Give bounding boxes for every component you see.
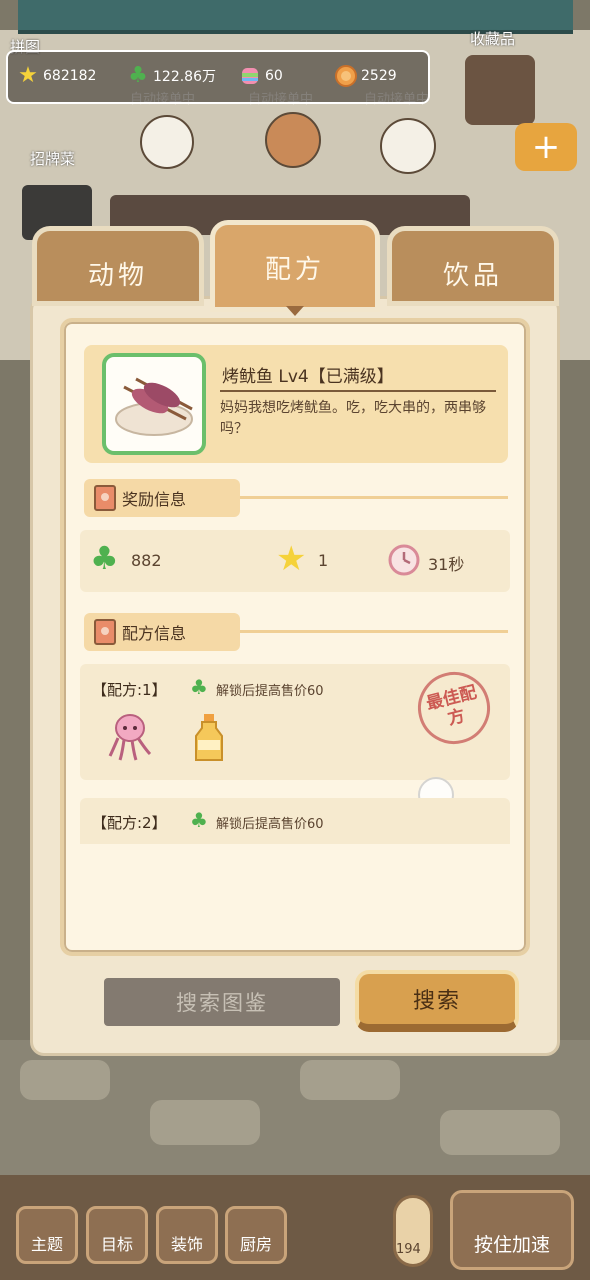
clipboard-icon — [94, 485, 116, 511]
squid-ingredient-icon — [106, 712, 152, 766]
nav-decor-button[interactable]: 装饰 — [156, 1206, 218, 1264]
recipe-item[interactable]: 【配方:2】 ♣ 解锁后提高售价60 — [80, 798, 510, 844]
recipe-title: 【配方:1】 — [92, 681, 167, 699]
reward-section-header: 奖励信息 — [84, 479, 240, 517]
add-plus-icon[interactable]: + — [515, 123, 577, 171]
star-icon: ★ — [18, 63, 38, 88]
oil-bottle-ingredient-icon — [192, 712, 226, 768]
clovers-resource: ♣ 122.86万 — [126, 64, 216, 88]
signature-dish-label[interactable]: 招牌菜 — [30, 148, 75, 169]
resource-bar: ★ 682182 ♣ 122.86万 60 2529 — [6, 50, 430, 104]
candy-resource: 60 — [238, 64, 283, 88]
candy-value: 60 — [265, 68, 283, 84]
nav-kitchen-button[interactable]: 厨房 — [225, 1206, 287, 1264]
chef-character — [140, 115, 194, 169]
clover-icon: ♣ — [190, 675, 208, 699]
nav-goal-button[interactable]: 目标 — [86, 1206, 148, 1264]
tab-animals[interactable]: 动物 — [32, 226, 204, 306]
collection-label[interactable]: 收藏品 — [470, 28, 515, 49]
recipe-item[interactable]: 【配方:1】 ♣ 解锁后提高售价60 最佳配方 — [80, 664, 510, 780]
clover-icon: ♣ — [190, 808, 208, 832]
temperature-value: 194 — [396, 1242, 421, 1257]
clover-reward-value: 882 — [131, 551, 162, 570]
recipe-section-header: 配方信息 — [84, 613, 240, 651]
dish-title: 烤鱿鱼 Lv4【已满级】 — [222, 367, 394, 387]
clover-icon: ♣ — [128, 63, 148, 88]
star-reward-value: 1 — [318, 551, 329, 570]
collection-cabinet[interactable] — [465, 55, 535, 125]
cat-chef-character — [265, 112, 321, 168]
cook-time-value: 31秒 — [428, 555, 465, 574]
recipe-description: 解锁后提高售价60 — [216, 817, 324, 832]
active-tab-pointer — [286, 306, 304, 316]
tab-recipes[interactable]: 配方 — [210, 220, 380, 312]
dish-image — [102, 353, 206, 455]
search-button[interactable]: 搜索 — [355, 970, 519, 1032]
coins-resource: 2529 — [334, 64, 397, 88]
best-recipe-stamp: 最佳配方 — [410, 664, 498, 752]
dog-chef-character — [380, 118, 436, 174]
stars-resource: ★ 682182 — [16, 64, 96, 88]
nav-theme-button[interactable]: 主题 — [16, 1206, 78, 1264]
recipe-section-title: 配方信息 — [122, 624, 187, 643]
clover-icon: ♣ — [90, 539, 119, 577]
hold-to-speed-button[interactable]: 按住加速 — [450, 1190, 574, 1270]
tab-drinks[interactable]: 饮品 — [387, 226, 559, 306]
section-divider — [240, 496, 508, 499]
clock-icon — [387, 543, 421, 581]
reward-section-title: 奖励信息 — [122, 490, 187, 509]
stars-value: 682182 — [43, 68, 97, 84]
search-book-button[interactable]: 搜索图鉴 — [104, 978, 340, 1026]
dish-description: 妈妈我想吃烤鱿鱼。吃，吃大串的，两串够吗？ — [220, 400, 486, 437]
title-divider — [220, 390, 496, 392]
section-divider — [240, 630, 508, 633]
clipboard-icon — [94, 619, 116, 645]
grilled-squid-icon — [115, 377, 193, 436]
star-icon: ★ — [276, 539, 307, 579]
reward-info-row: ♣ 882 ★ 1 31秒 — [80, 530, 510, 592]
coins-value: 2529 — [361, 68, 397, 84]
candy-icon — [238, 64, 262, 88]
recipe-description: 解锁后提高售价60 — [216, 684, 324, 699]
coin-icon — [334, 64, 358, 88]
restaurant-floor — [0, 1040, 590, 1180]
recipe-title: 【配方:2】 — [92, 814, 167, 832]
clovers-value: 122.86万 — [153, 69, 216, 85]
